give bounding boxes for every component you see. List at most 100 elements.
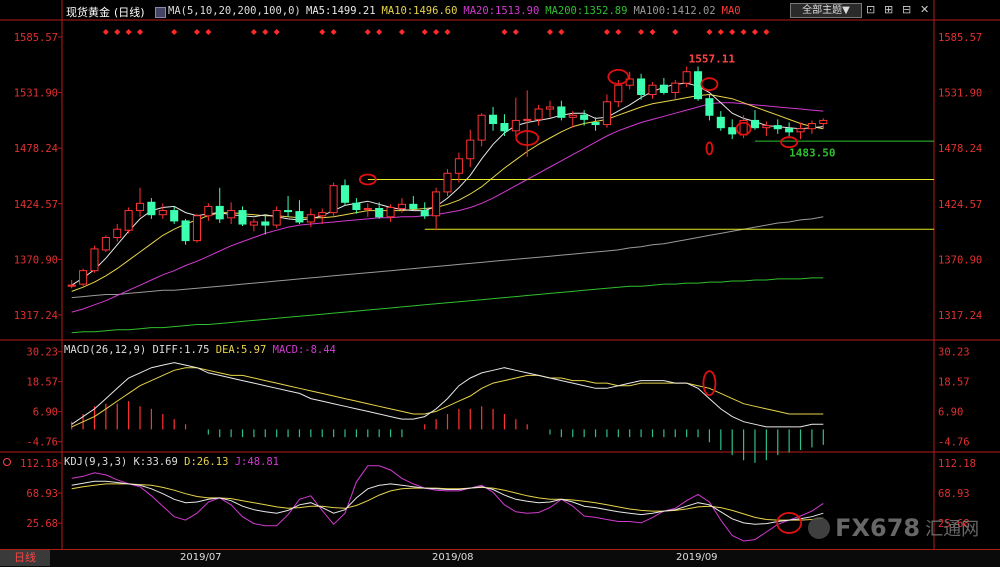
candle-body bbox=[694, 71, 703, 100]
y-tick-label-right: 1317.24 bbox=[938, 310, 982, 322]
y-tick-label-right: 1424.57 bbox=[938, 199, 982, 211]
candle-body bbox=[261, 221, 270, 226]
y-tick-label-left: 30.23 bbox=[26, 347, 58, 359]
candle-body bbox=[602, 101, 611, 126]
macd-dea: DEA:5.97 bbox=[215, 344, 267, 356]
y-tick-label-right: 1478.24 bbox=[938, 143, 982, 155]
signal-marker bbox=[421, 29, 428, 35]
candle-body bbox=[386, 206, 395, 218]
signal-marker bbox=[376, 29, 383, 35]
ma20-line bbox=[71, 102, 824, 313]
signal-marker bbox=[250, 29, 257, 35]
candle-body bbox=[306, 214, 315, 223]
highlight-circle bbox=[705, 141, 714, 156]
candle-body bbox=[762, 125, 771, 129]
period-tab[interactable]: 日线 bbox=[0, 550, 50, 566]
y-tick-label-left: 1585.57 bbox=[14, 32, 58, 44]
candle-body bbox=[67, 284, 76, 287]
candle-body bbox=[147, 201, 156, 216]
kdj-marker-icon bbox=[3, 458, 11, 466]
candle-body bbox=[363, 207, 372, 211]
signal-marker bbox=[273, 29, 280, 35]
kdj-k: K:33.69 bbox=[133, 456, 178, 468]
date-label: 2019/09 bbox=[676, 552, 718, 563]
y-tick-label-left: 18.57 bbox=[26, 377, 58, 389]
price-panel: 1557.11 1483.50 bbox=[67, 29, 934, 334]
signal-marker bbox=[262, 29, 269, 35]
candle-body bbox=[295, 211, 304, 223]
signal-marker bbox=[102, 29, 109, 35]
date-label: 2019/08 bbox=[432, 552, 474, 563]
candle-body bbox=[238, 210, 247, 225]
candle-body bbox=[557, 106, 566, 118]
y-tick-label-right: -4.76 bbox=[938, 437, 970, 449]
signal-marker bbox=[751, 29, 758, 35]
signal-marker bbox=[649, 29, 656, 35]
candle-body bbox=[329, 185, 338, 214]
candle-body bbox=[170, 210, 179, 222]
kdj-k-line bbox=[71, 480, 824, 525]
signal-marker bbox=[558, 29, 565, 35]
signal-marker bbox=[672, 29, 679, 35]
candle-body bbox=[454, 158, 463, 174]
signal-marker bbox=[398, 29, 405, 35]
signal-marker bbox=[193, 29, 200, 35]
candle-body bbox=[500, 123, 509, 132]
candle-body bbox=[659, 84, 668, 93]
signal-marker bbox=[171, 29, 178, 35]
y-tick-label-left: -4.76 bbox=[26, 437, 58, 449]
candle-body bbox=[477, 114, 486, 141]
candle-body bbox=[637, 78, 646, 96]
candle-body bbox=[728, 127, 737, 135]
candle-body bbox=[773, 125, 782, 130]
signal-marker bbox=[433, 29, 440, 35]
signal-marker bbox=[615, 29, 622, 35]
y-tick-label-left: 6.90 bbox=[33, 407, 58, 419]
candle-body bbox=[682, 71, 691, 84]
candle-body bbox=[397, 203, 406, 209]
candle-body bbox=[272, 210, 281, 226]
kdj-label: KDJ(9,3,3) bbox=[64, 456, 128, 468]
candle-body bbox=[489, 114, 498, 125]
signal-marker bbox=[706, 29, 713, 35]
kdj-d: D:26.13 bbox=[184, 456, 229, 468]
signal-marker bbox=[205, 29, 212, 35]
candle-body bbox=[340, 185, 350, 203]
candle-body bbox=[352, 202, 361, 211]
signal-marker bbox=[763, 29, 770, 35]
candle-body bbox=[716, 116, 725, 129]
candle-body bbox=[432, 191, 441, 217]
watermark-text: FX678 bbox=[835, 514, 921, 542]
signal-marker bbox=[501, 29, 508, 35]
candle-body bbox=[181, 220, 190, 242]
signal-marker bbox=[546, 29, 553, 35]
candle-body bbox=[750, 119, 760, 129]
y-tick-label-right: 30.23 bbox=[938, 347, 970, 359]
candle-body bbox=[318, 212, 327, 217]
candle-body bbox=[614, 84, 623, 103]
signal-marker bbox=[364, 29, 371, 35]
kdj-j-line bbox=[71, 465, 824, 542]
candle-body bbox=[79, 270, 88, 285]
ma200-line bbox=[71, 277, 824, 334]
candle-body bbox=[671, 82, 680, 93]
chart-canvas[interactable]: 1557.11 1483.50 1585.57 1585.57 1531.90 1531… bbox=[0, 0, 1000, 566]
candle-body bbox=[785, 128, 794, 133]
kdj-header: KDJ(9,3,3) K:33.69 D:26.13 J:48.81 bbox=[64, 456, 279, 468]
watermark-cn: 汇通网 bbox=[925, 519, 980, 540]
candle-body bbox=[192, 215, 201, 242]
signal-marker bbox=[137, 29, 144, 35]
y-tick-label-right: 112.18 bbox=[938, 458, 976, 470]
candle-body bbox=[591, 121, 600, 126]
candle-body bbox=[568, 114, 577, 118]
macd-label: MACD(26,12,9) bbox=[64, 344, 147, 356]
candle-body bbox=[648, 84, 657, 96]
candle-body bbox=[158, 210, 167, 216]
y-tick-label-right: 1370.90 bbox=[938, 254, 982, 266]
candle-body bbox=[420, 210, 429, 217]
candle-body bbox=[135, 202, 145, 212]
y-tick-label-left: 68.93 bbox=[26, 488, 58, 500]
y-tick-label-right: 1531.90 bbox=[938, 88, 982, 100]
signal-marker bbox=[729, 29, 736, 35]
y-tick-label-left: 1478.24 bbox=[14, 143, 58, 155]
